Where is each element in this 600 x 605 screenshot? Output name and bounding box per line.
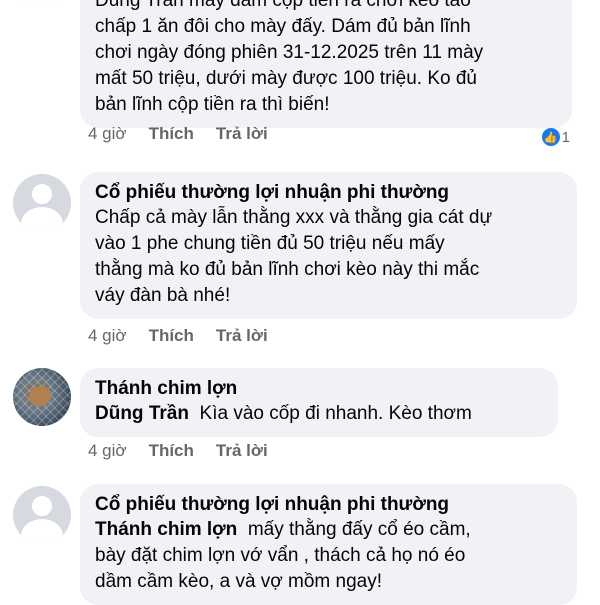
- comment-author[interactable]: Cổ phiếu thường lợi nhuận phi thường: [95, 493, 563, 517]
- avatar[interactable]: [13, 368, 71, 426]
- like-link[interactable]: Thích: [149, 124, 194, 144]
- comment-time: 4 giờ: [88, 441, 127, 460]
- comment-text-line: bày đặt chim lợn vớ vẩn , thách cả họ nó…: [95, 545, 466, 566]
- comment-bubble: Thánh chim lợn Dũng Trần Kìa vào cốp đi …: [80, 368, 558, 437]
- default-avatar-shoulders: [21, 0, 63, 8]
- comment-time: 4 giờ: [88, 124, 127, 143]
- default-avatar-head: [32, 496, 52, 516]
- comment-text-body: mấy thằng đấy cổ éo cầm,: [247, 519, 471, 540]
- avatar-bird: [29, 386, 51, 406]
- comment-text-line: Chấp cả mày lẫn thằng xxx và thằng gia c…: [95, 207, 493, 228]
- comment-text-line: váy đàn bà nhé!: [95, 285, 231, 306]
- reply-link[interactable]: Trả lời: [216, 441, 268, 461]
- comment-meta: 4 giờ Thích Trả lời: [88, 441, 290, 461]
- mention-link[interactable]: Dũng Trần: [95, 403, 189, 424]
- like-link[interactable]: Thích: [149, 441, 194, 461]
- comment-text: Thánh chim lợn mấy thằng đấy cổ éo cầm,: [95, 517, 563, 543]
- comment-meta: 4 giờ Thích Trả lời: [88, 326, 290, 346]
- default-avatar-shoulders: [21, 519, 63, 544]
- comment-text-line: dầm cầm kèo, a và vợ mồm ngay!: [95, 571, 383, 592]
- comment-text-line: vào 1 phe chung tiền đủ 50 triệu nếu mấy: [95, 233, 445, 254]
- reply-link[interactable]: Trả lời: [216, 326, 268, 346]
- comment-text-line: chơi ngày đóng phiên 31-12.2025 trên 11 …: [95, 42, 484, 63]
- like-link[interactable]: Thích: [149, 326, 194, 346]
- comment-bubble: Cổ phiếu thường lợi nhuận phi thường Chấ…: [80, 172, 577, 319]
- mention-link[interactable]: Thánh chim lợn: [95, 519, 237, 540]
- comment-text-line: mất 50 triệu, dưới mày được 100 triệu. K…: [95, 68, 477, 89]
- reaction-number: 1: [561, 128, 570, 146]
- comment-text-line: thằng mà ko đủ bản lĩnh chơi kèo này thi…: [95, 259, 480, 280]
- comment-bubble: Cổ phiếu thường lợi nhuận phi thường Thá…: [80, 484, 577, 605]
- thumbs-up-icon: 👍: [541, 128, 560, 146]
- comment-text-body: Kìa vào cốp đi nhanh. Kèo thơm: [199, 403, 472, 424]
- avatar[interactable]: [13, 486, 71, 544]
- comment-time: 4 giờ: [88, 326, 127, 345]
- comment-text-line: bản lĩnh cộp tiền ra thì biến!: [95, 94, 330, 115]
- default-avatar-head: [32, 184, 52, 204]
- comment-bubble: Dũng Trần mày dám cộp tiền ra chơi kèo t…: [80, 0, 572, 128]
- avatar[interactable]: [13, 0, 71, 8]
- comment-meta: 4 giờ Thích Trả lời: [88, 124, 290, 144]
- comment-text: Dũng Trần Kìa vào cốp đi nhanh. Kèo thơm: [95, 401, 544, 427]
- avatar[interactable]: [13, 174, 71, 232]
- comment-text-line: Dũng Trần mày dám cộp tiền ra chơi kèo t…: [95, 0, 471, 11]
- reaction-count[interactable]: 👍 1: [541, 128, 570, 146]
- reply-link[interactable]: Trả lời: [216, 124, 268, 144]
- comment-author[interactable]: Cổ phiếu thường lợi nhuận phi thường: [95, 181, 563, 205]
- default-avatar-shoulders: [21, 207, 63, 232]
- comment-text-line: chấp 1 ăn đôi cho mày đấy. Dám đủ bản lĩ…: [95, 16, 471, 37]
- comment-author[interactable]: Thánh chim lợn: [95, 377, 544, 401]
